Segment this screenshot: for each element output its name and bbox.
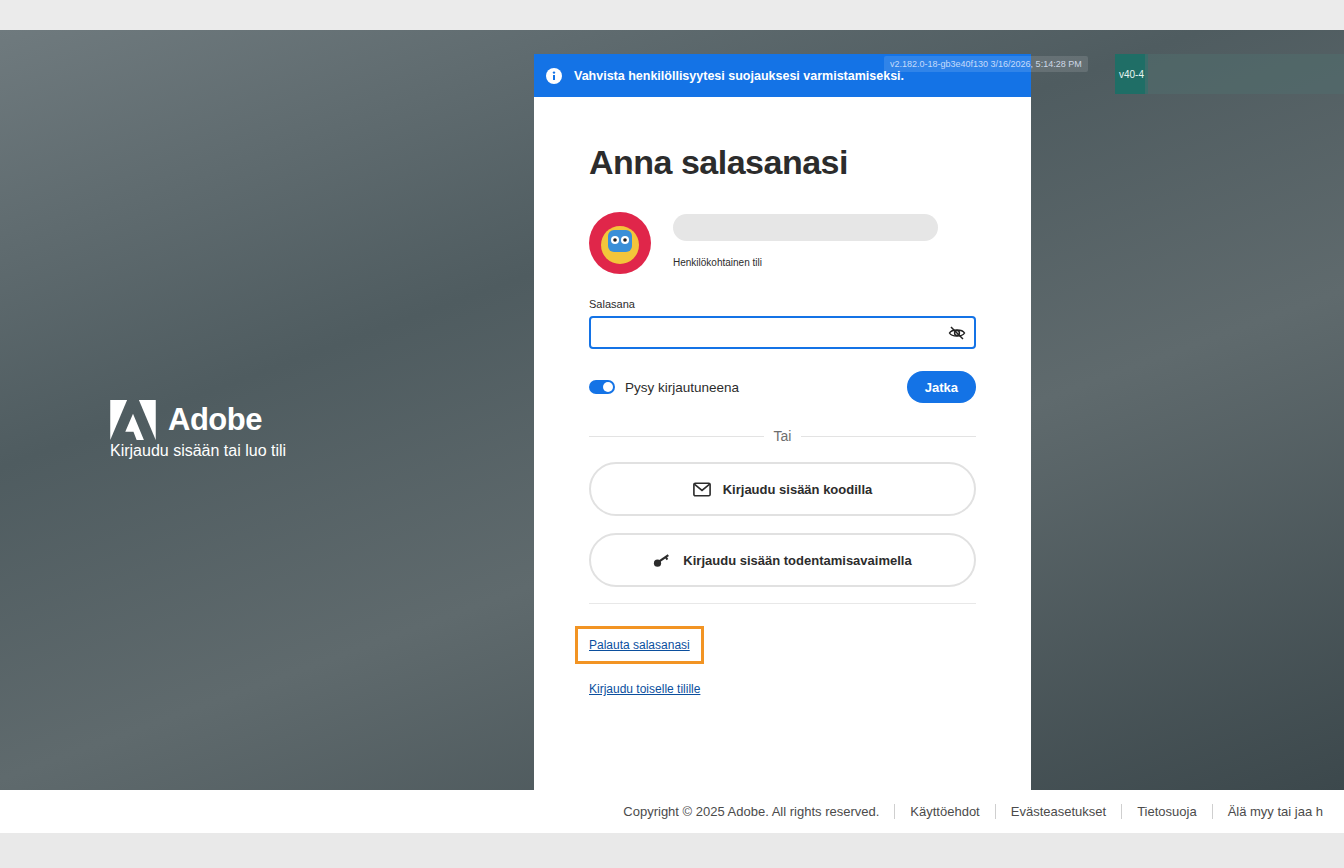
sign-in-page: Adobe Kirjaudu sisään tai luo tili Vahvi… bbox=[0, 0, 1344, 868]
footer-link[interactable]: Evästeasetukset bbox=[995, 804, 1121, 819]
info-icon bbox=[546, 68, 562, 84]
brand: Adobe Kirjaudu sisään tai luo tili bbox=[0, 360, 534, 460]
footer-link[interactable]: Käyttöehdot bbox=[894, 804, 994, 819]
eye-off-icon[interactable] bbox=[948, 324, 966, 342]
account-info: Henkilökohtainen tili bbox=[589, 212, 976, 274]
footer: Copyright © 2025 Adobe. All rights reser… bbox=[0, 790, 1344, 833]
top-strip bbox=[0, 0, 1344, 30]
hero-background: Adobe Kirjaudu sisään tai luo tili Vahvi… bbox=[0, 30, 1344, 790]
avatar-icon bbox=[589, 212, 651, 274]
brand-tagline: Kirjaudu sisään tai luo tili bbox=[110, 442, 534, 460]
version-tag: v40-4 bbox=[1115, 54, 1148, 94]
passkey-sign-in-button[interactable]: Kirjaudu sisään todentamisavaimella bbox=[589, 533, 976, 587]
toggle-switch[interactable] bbox=[589, 380, 615, 394]
or-divider: Tai bbox=[589, 428, 976, 444]
card-link[interactable]: Kirjaudu toiselle tilille bbox=[575, 670, 714, 708]
stay-signed-in[interactable]: Pysy kirjautuneena bbox=[589, 380, 739, 395]
card-link[interactable]: Palauta salasanasi bbox=[575, 626, 704, 664]
copyright: Copyright © 2025 Adobe. All rights reser… bbox=[608, 804, 894, 819]
card-title: Anna salasanasi bbox=[589, 142, 976, 182]
brand-name: Adobe bbox=[168, 402, 262, 438]
footer-link[interactable]: Tietosuoja bbox=[1121, 804, 1212, 819]
bottom-strip bbox=[0, 833, 1344, 868]
footer-link[interactable]: Älä myy tai jaa h bbox=[1212, 804, 1338, 819]
sign-in-card: Vahvista henkilöllisyytesi suojauksesi v… bbox=[534, 54, 1031, 790]
adobe-logo-icon bbox=[110, 400, 156, 440]
code-sign-in-button[interactable]: Kirjaudu sisään koodilla bbox=[589, 462, 976, 516]
build-badge: v2.182.0-18-gb3e40f130 3/16/2026, 5:14:2… bbox=[884, 56, 1088, 72]
mail-icon bbox=[693, 482, 711, 497]
toggle-label: Pysy kirjautuneena bbox=[625, 380, 739, 395]
password-field[interactable] bbox=[589, 316, 976, 349]
email-placeholder bbox=[673, 214, 938, 241]
continue-button[interactable]: Jatka bbox=[907, 371, 976, 403]
debug-strip bbox=[1145, 54, 1344, 94]
account-type: Henkilökohtainen tili bbox=[673, 257, 938, 268]
key-icon bbox=[653, 553, 671, 568]
password-input[interactable] bbox=[599, 324, 948, 342]
password-label: Salasana bbox=[589, 298, 976, 310]
banner-text: Vahvista henkilöllisyytesi suojauksesi v… bbox=[574, 69, 904, 83]
